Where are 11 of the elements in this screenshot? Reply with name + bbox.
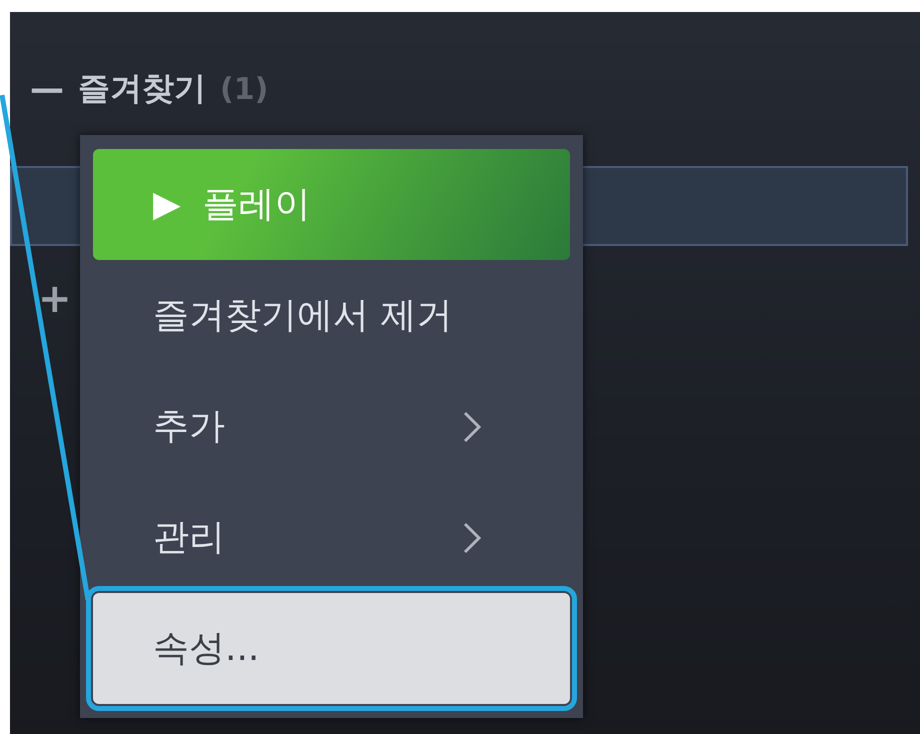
group-count: (1) <box>220 72 268 106</box>
menu-item[interactable]: 관리 <box>93 482 570 593</box>
chevron-right-icon <box>462 520 482 554</box>
play-icon: ▶ <box>153 184 181 225</box>
chevron-right-icon <box>462 410 482 444</box>
menu-item[interactable]: 즐겨찾기에서 제거 <box>93 260 570 371</box>
collapse-toggle[interactable]: — <box>30 69 64 109</box>
expand-toggle[interactable]: + <box>38 276 72 322</box>
menu-item[interactable]: 추가 <box>93 371 570 482</box>
group-title: 즐겨찾기 <box>78 68 206 109</box>
menu-item[interactable]: 속성... <box>93 593 570 704</box>
